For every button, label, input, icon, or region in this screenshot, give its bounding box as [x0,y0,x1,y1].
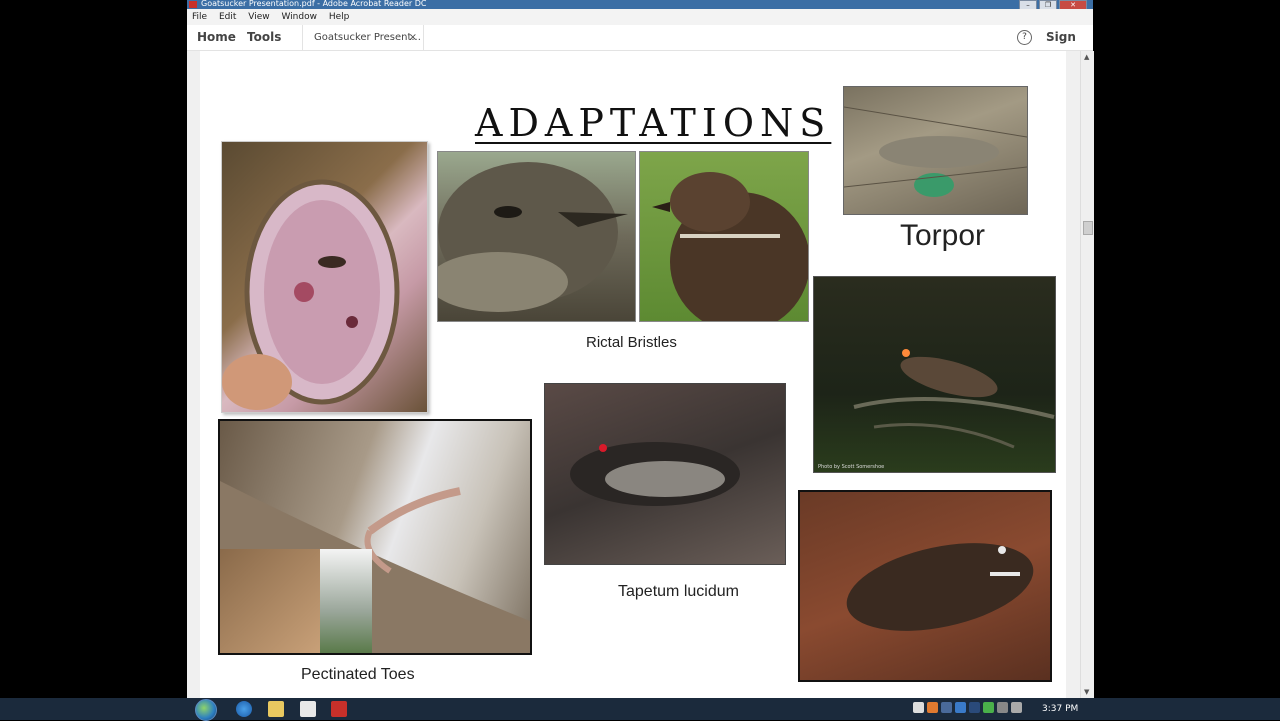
display-icon[interactable] [997,702,1008,713]
network-icon[interactable] [941,702,952,713]
open-mouth-illustration [222,179,400,410]
start-button[interactable] [195,699,217,721]
menu-file[interactable]: File [192,9,207,25]
ie-icon[interactable] [236,701,252,717]
vertical-scrollbar[interactable]: ▲ ▼ [1080,51,1094,698]
caption-torpor: Torpor [900,219,986,252]
night-perch-illustration [853,349,1055,449]
scroll-up-icon[interactable]: ▲ [1084,53,1089,61]
tapetum-lucidum-photo [544,383,786,565]
acrobat-window: Goatsucker Presentation.pdf - Adobe Acro… [187,0,1094,698]
sync-icon[interactable] [955,702,966,713]
window-title: Goatsucker Presentation.pdf - Adobe Acro… [201,0,427,8]
menu-help[interactable]: Help [329,9,350,25]
explorer-icon[interactable] [268,701,284,717]
slide-title: ADAPTATIONS [475,101,832,145]
ground-nightjar-illustration [570,442,740,506]
caption-pectinated-toes: Pectinated Toes [301,666,415,683]
close-tab-icon[interactable]: × [409,25,417,50]
tab-bar: Home Tools Goatsucker Present... × ? Sig… [187,25,1093,69]
photo-credit: Photo by Scott Somershoe [818,464,885,470]
inset-info-card [320,549,372,653]
acrobat-icon [189,1,197,8]
document-tab-label: Goatsucker Present... [314,32,421,43]
security-icon[interactable] [983,702,994,713]
pdf-page: ADAPTATIONS Rictal Bristles Torpor Photo… [200,51,1066,698]
menu-bar: File Edit View Window Help [187,9,1093,26]
home-tab[interactable]: Home [197,25,236,50]
flag-icon[interactable] [913,702,924,713]
menu-view[interactable]: View [248,9,269,25]
tray-app-icon[interactable] [927,702,938,713]
clock[interactable]: 3:37 PM [1042,698,1078,720]
taskbar: 3:37 PM [0,698,1280,721]
help-icon[interactable]: ? [1017,30,1032,45]
system-tray [913,702,1022,716]
rictal-bristles-photo-1 [437,151,636,322]
night-perch-photo: Photo by Scott Somershoe [813,276,1056,473]
caption-rictal-bristles: Rictal Bristles [586,334,677,351]
printer-icon[interactable] [969,702,980,713]
scroll-down-icon[interactable]: ▼ [1084,688,1089,696]
volume-icon[interactable] [1011,702,1022,713]
document-tab[interactable]: Goatsucker Present... × [302,25,424,50]
menu-edit[interactable]: Edit [219,9,236,25]
rictal-bristles-photo-2 [639,151,809,322]
inset-foot-photo [220,549,320,653]
document-area: ADAPTATIONS Rictal Bristles Torpor Photo… [187,51,1093,698]
nightjar-head-illustration [438,162,628,312]
torpor-illustration [844,106,1027,197]
menu-window[interactable]: Window [281,9,317,25]
title-bar: Goatsucker Presentation.pdf - Adobe Acro… [187,0,1093,10]
red-ground-nightjar-illustration [846,543,1034,631]
scroll-thumb[interactable] [1083,221,1093,235]
pectinated-toes-photo [218,419,532,655]
tools-tab[interactable]: Tools [247,25,281,50]
acrobat-taskbar-icon[interactable] [331,701,347,717]
caption-tapetum-lucidum: Tapetum lucidum [618,583,739,600]
torpor-photo [843,86,1028,215]
red-ground-nightjar-photo [798,490,1052,682]
media-player-icon[interactable] [300,701,316,717]
nightjar-profile-illustration [652,172,808,321]
open-mouth-photo [221,141,428,413]
